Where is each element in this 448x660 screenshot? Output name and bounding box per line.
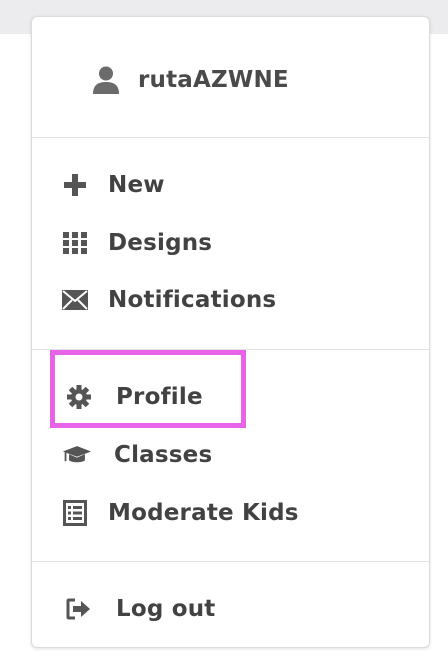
- graduation-cap-icon: [62, 440, 92, 470]
- menu-item-label: Log out: [116, 596, 216, 622]
- account-dropdown-menu: rutaAZWNE New Designs Notifications Prof…: [31, 16, 430, 648]
- divider: [32, 561, 429, 562]
- menu-item-new[interactable]: New: [32, 163, 429, 207]
- menu-item-label: Classes: [114, 442, 213, 468]
- user-header: rutaAZWNE: [92, 65, 289, 95]
- menu-item-log-out[interactable]: Log out: [32, 587, 429, 631]
- envelope-icon: [60, 285, 90, 315]
- grid-icon: [60, 228, 90, 258]
- list-icon: [60, 498, 90, 528]
- menu-item-classes[interactable]: Classes: [32, 433, 429, 477]
- menu-item-notifications[interactable]: Notifications: [32, 278, 429, 322]
- menu-item-label: Notifications: [108, 287, 277, 313]
- divider: [32, 137, 429, 138]
- profile-highlight: [50, 350, 246, 428]
- menu-item-label: Moderate Kids: [108, 500, 299, 526]
- menu-item-designs[interactable]: Designs: [32, 221, 429, 265]
- menu-item-moderate-kids[interactable]: Moderate Kids: [32, 491, 429, 535]
- plus-icon: [60, 170, 90, 200]
- sign-out-icon: [64, 594, 94, 624]
- username: rutaAZWNE: [138, 67, 289, 93]
- menu-item-label: New: [108, 172, 165, 198]
- menu-item-label: Designs: [108, 230, 213, 256]
- user-icon: [92, 65, 120, 95]
